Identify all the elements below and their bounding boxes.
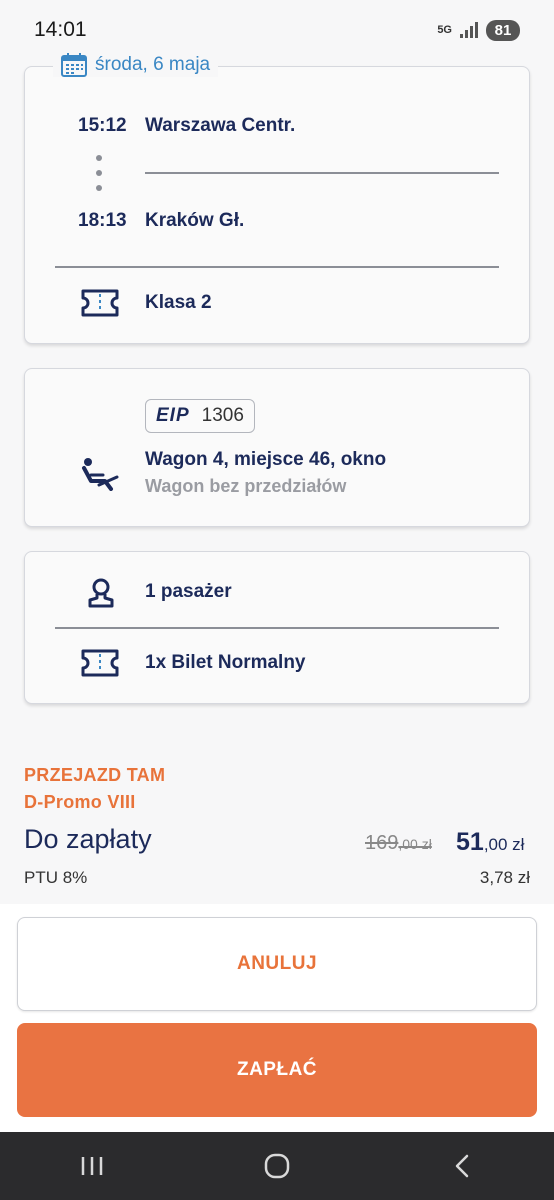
seat-info: Wagon 4, miejsce 46, okno <box>145 449 387 470</box>
system-nav-bar <box>0 1132 554 1200</box>
carriage-type: Wagon bez przedziałów <box>145 476 347 496</box>
date-header: środa, 6 maja <box>53 53 219 77</box>
vat-label: PTU 8% <box>24 868 88 887</box>
arrival-time: 18:13 <box>78 210 127 231</box>
seat-card: EIP 1306 Wagon 4, miejsce 46, okno Wagon… <box>24 368 530 527</box>
home-icon[interactable] <box>247 1141 307 1191</box>
departure-station: Warszawa Centr. <box>145 115 296 136</box>
status-icons: 5G 81 <box>437 19 520 41</box>
status-time: 14:01 <box>34 18 87 41</box>
old-price-main: 169 <box>365 832 399 854</box>
battery-indicator: 81 <box>486 19 520 41</box>
train-number: 1306 <box>201 405 244 426</box>
new-price-rest: ,00 zł <box>483 835 525 854</box>
new-price-main: 51 <box>456 828 484 856</box>
pay-button[interactable]: ZAPŁAĆ <box>17 1023 537 1117</box>
old-price: 169,00 zł <box>365 832 432 855</box>
offer-name: D-Promo VIII <box>24 792 136 812</box>
passenger-count: 1 pasażer <box>145 581 232 602</box>
trip-direction: PRZEJAZD TAM <box>24 765 166 785</box>
route-dots <box>96 155 104 200</box>
train-category: EIP <box>156 405 190 426</box>
signal-icon <box>460 22 478 38</box>
journey-date: środa, 6 maja <box>95 54 211 75</box>
person-icon <box>87 577 115 614</box>
passenger-divider <box>55 627 499 629</box>
passengers-card: 1 pasażer 1x Bilet Normalny <box>24 551 530 704</box>
status-bar: 14:01 5G 81 <box>0 0 554 60</box>
cancel-button[interactable]: ANULUJ <box>17 917 537 1011</box>
pay-label: Do zapłaty <box>24 824 152 854</box>
ticket-icon <box>80 288 120 323</box>
journey-card: środa, 6 maja 15:12 Warszawa Centr. 18:1… <box>24 53 530 344</box>
class-divider <box>55 266 499 268</box>
station-divider <box>145 172 499 174</box>
ticket-icon <box>80 648 120 683</box>
recents-icon[interactable] <box>62 1141 122 1191</box>
back-icon[interactable] <box>432 1141 492 1191</box>
new-price: 51,00 zł <box>456 828 524 857</box>
seat-icon <box>81 457 119 496</box>
departure-time: 15:12 <box>78 115 127 136</box>
train-badge: EIP 1306 <box>145 399 255 433</box>
ticket-type: 1x Bilet Normalny <box>145 652 306 673</box>
travel-class: Klasa 2 <box>145 292 212 313</box>
action-panel: ANULUJ ZAPŁAĆ <box>0 904 554 1132</box>
vat-value: 3,78 zł <box>479 868 530 887</box>
calendar-icon <box>61 53 87 77</box>
network-label: 5G <box>437 23 452 36</box>
arrival-station: Kraków Gł. <box>145 210 245 231</box>
old-price-rest: ,00 zł <box>398 836 432 852</box>
